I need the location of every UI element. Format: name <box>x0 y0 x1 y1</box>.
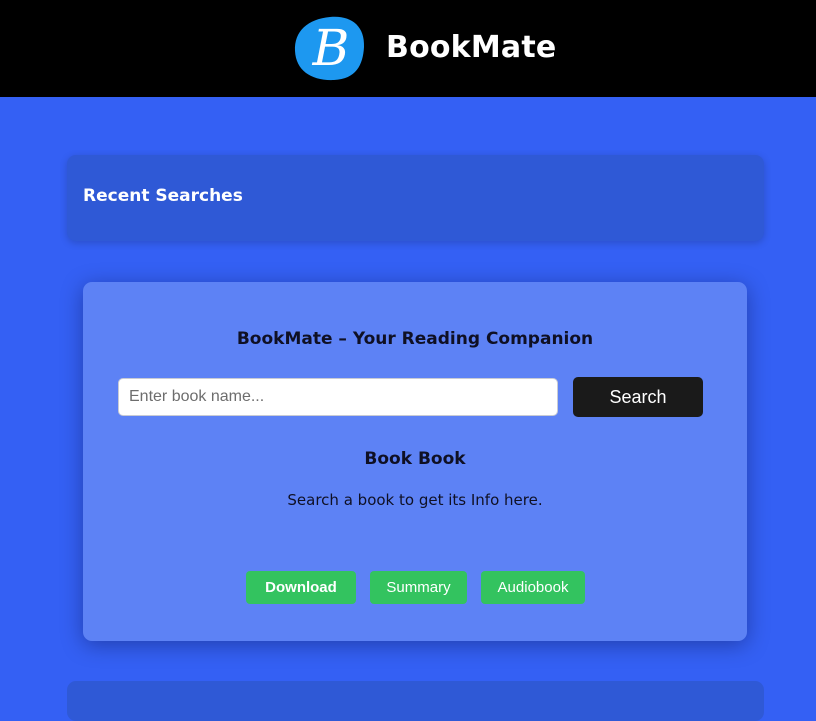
download-button[interactable]: Download <box>246 571 356 604</box>
card-title: BookMate – Your Reading Companion <box>236 329 594 349</box>
action-buttons: Download Summary Audiobook <box>83 571 747 604</box>
bookmate-logo-icon[interactable]: B <box>294 15 366 81</box>
book-title: Book Book <box>364 449 466 469</box>
search-button[interactable]: Search <box>573 377 703 417</box>
summary-button[interactable]: Summary <box>370 571 467 604</box>
bottom-panel <box>67 681 764 721</box>
logo-letter: B <box>312 19 350 77</box>
book-description: Search a book to get its Info here. <box>287 491 543 509</box>
audiobook-button[interactable]: Audiobook <box>481 571 585 604</box>
search-card: BookMate – Your Reading Companion Search… <box>83 282 747 641</box>
app-header: B BookMate <box>0 0 816 97</box>
book-search-input[interactable] <box>118 378 558 416</box>
brand-title: BookMate <box>386 30 557 65</box>
recent-searches-title: Recent Searches <box>83 186 243 206</box>
recent-searches-panel: Recent Searches <box>67 155 764 241</box>
